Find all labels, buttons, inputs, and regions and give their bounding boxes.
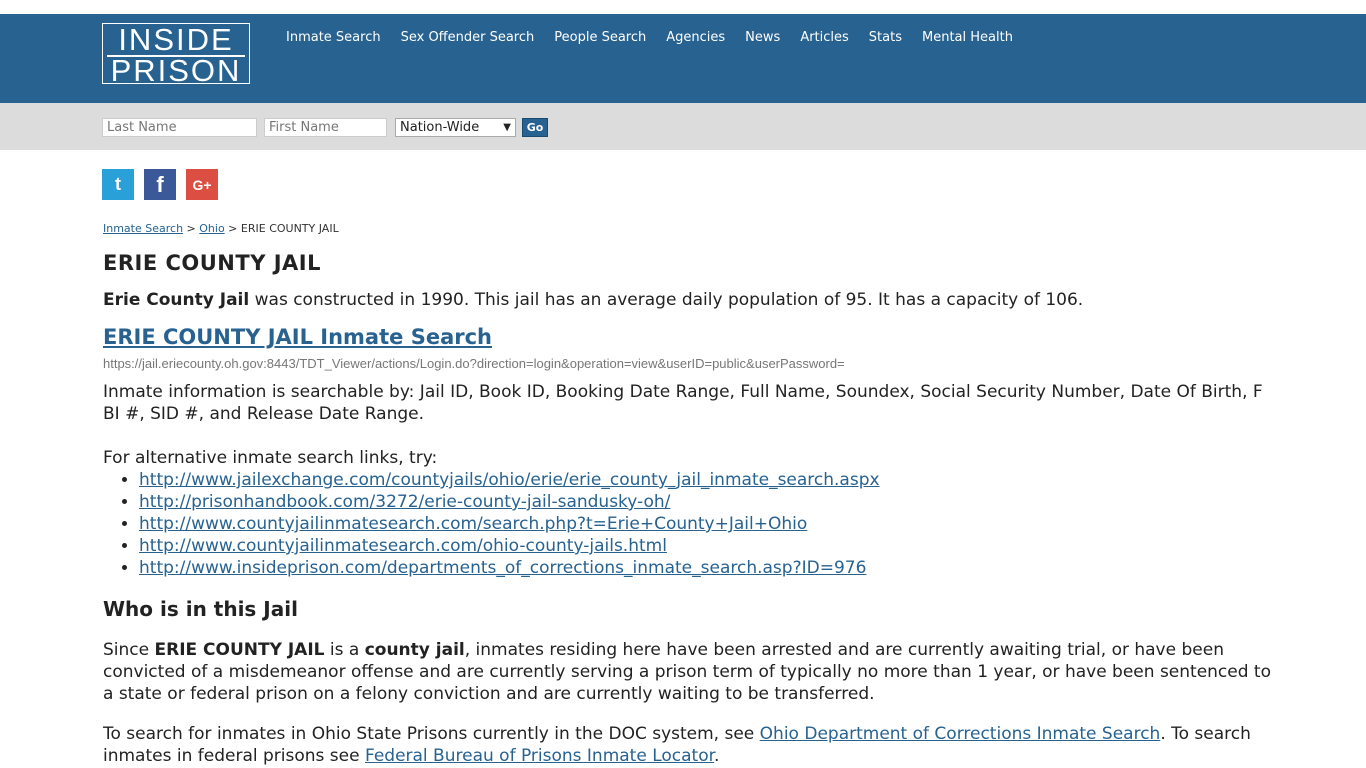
who-text: Since ERIE COUNTY JAIL is a county jail,… [103,639,1273,705]
nav-stats[interactable]: Stats [869,30,902,45]
list-item: http://www.insideprison.com/departments_… [139,557,1273,579]
who-p1: Since [103,640,155,660]
alt-intro: For alternative inmate search links, try… [103,448,438,468]
chevron-down-icon: ▼ [503,122,511,133]
first-name-input[interactable] [264,118,387,137]
who-b2: county jail [364,640,465,660]
alt-link[interactable]: http://www.countyjailinmatesearch.com/se… [139,514,807,534]
breadcrumb-current: ERIE COUNTY JAIL [240,222,339,235]
nav-sex-offender-search[interactable]: Sex Offender Search [401,30,535,45]
intro-bold: Erie County Jail [103,290,250,310]
bop-locator-link[interactable]: Federal Bureau of Prisons Inmate Locator [365,746,714,766]
site-header: INSIDE PRISON Inmate Search Sex Offender… [0,14,1366,103]
google-plus-icon[interactable]: G+ [186,169,218,200]
alt-link[interactable]: http://www.insideprison.com/departments_… [139,558,866,578]
doc-p3: . [714,746,720,766]
search-url: https://jail.eriecounty.oh.gov:8443/TDT_… [103,356,845,371]
breadcrumb-ohio[interactable]: Ohio [199,222,224,235]
alt-links-list: http://www.jailexchange.com/countyjails/… [103,469,1273,579]
facebook-icon[interactable]: f [144,169,176,200]
list-item: http://www.jailexchange.com/countyjails/… [139,469,1273,491]
nav-agencies[interactable]: Agencies [666,30,725,45]
list-item: http://www.countyjailinmatesearch.com/se… [139,513,1273,535]
breadcrumb-inmate-search[interactable]: Inmate Search [103,222,183,235]
alt-link[interactable]: http://www.countyjailinmatesearch.com/oh… [139,536,667,556]
list-item: http://prisonhandbook.com/3272/erie-coun… [139,491,1273,513]
logo-line1: INSIDE [118,22,234,57]
scope-select[interactable]: Nation-Wide ▼ [395,118,516,137]
who-heading: Who is in this Jail [103,597,298,621]
alt-link[interactable]: http://prisonhandbook.com/3272/erie-coun… [139,492,670,512]
list-item: http://www.countyjailinmatesearch.com/oh… [139,535,1273,557]
doc-text: To search for inmates in Ohio State Pris… [103,723,1273,767]
last-name-input[interactable] [102,118,257,137]
breadcrumb: Inmate Search > Ohio > ERIE COUNTY JAIL [103,222,1273,235]
nav-articles[interactable]: Articles [800,30,848,45]
page-title: ERIE COUNTY JAIL [103,251,321,275]
who-p2: is a [324,640,365,660]
inmate-search-link[interactable]: ERIE COUNTY JAIL Inmate Search [103,325,492,349]
logo-line2: PRISON [110,53,242,88]
intro-rest: was constructed in 1990. This jail has a… [249,290,1084,310]
search-bar: Nation-Wide ▼ Go [0,103,1366,150]
breadcrumb-sep: > [183,222,200,235]
main-nav: Inmate Search Sex Offender Search People… [286,30,1033,45]
go-button[interactable]: Go [522,118,548,137]
top-strip [0,0,1366,14]
doc-p1: To search for inmates in Ohio State Pris… [103,724,760,744]
nav-mental-health[interactable]: Mental Health [922,30,1013,45]
main-content: Inmate Search > Ohio > ERIE COUNTY JAIL … [103,222,1273,767]
alt-link[interactable]: http://www.jailexchange.com/countyjails/… [139,470,880,490]
nav-news[interactable]: News [745,30,780,45]
nav-people-search[interactable]: People Search [554,30,646,45]
searchable-text: Inmate information is searchable by: Jai… [103,382,1263,424]
ohio-doc-link[interactable]: Ohio Department of Corrections Inmate Se… [760,724,1161,744]
who-b1: ERIE COUNTY JAIL [154,640,325,660]
breadcrumb-sep: > [224,222,241,235]
social-share: t f G+ [102,169,218,200]
nav-inmate-search[interactable]: Inmate Search [286,30,381,45]
twitter-icon[interactable]: t [102,169,134,200]
site-logo[interactable]: INSIDE PRISON [102,22,250,88]
scope-select-value: Nation-Wide [400,120,480,135]
intro-text: Erie County Jail was constructed in 1990… [103,289,1273,311]
